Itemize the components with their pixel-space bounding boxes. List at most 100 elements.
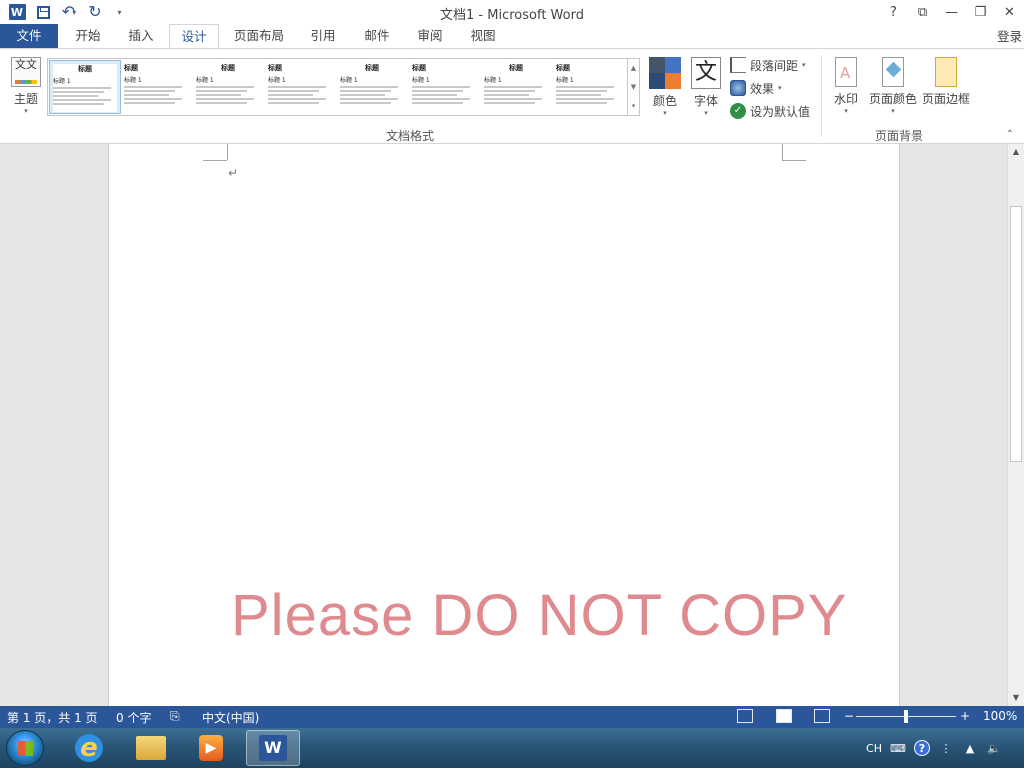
- fonts-label: 字体: [693, 94, 718, 108]
- zoom-in-button[interactable]: +: [960, 709, 970, 723]
- style-set-thumbnail[interactable]: 标题 标题 1: [265, 60, 337, 114]
- ribbon-tabs: 文件 开始 插入 设计 页面布局 引用 邮件 审阅 视图 登录: [0, 24, 1024, 50]
- ribbon-display-options-button[interactable]: ⧉: [908, 0, 937, 24]
- tab-page-layout[interactable]: 页面布局: [226, 24, 292, 49]
- effects-label: 效果: [750, 81, 775, 96]
- chevron-down-icon: ▾: [72, 7, 77, 17]
- proofing-icon[interactable]: ⎘: [170, 709, 180, 724]
- tab-view[interactable]: 视图: [459, 24, 507, 49]
- undo-button[interactable]: ↶ ▾: [58, 2, 80, 22]
- taskbar-ie[interactable]: e: [62, 730, 116, 766]
- save-icon[interactable]: [32, 2, 54, 22]
- vertical-scrollbar[interactable]: ▲ ▼: [1007, 144, 1024, 706]
- volume-icon[interactable]: 🔈: [986, 740, 1002, 756]
- tab-design[interactable]: 设计: [169, 24, 219, 50]
- themes-label: 主题: [13, 92, 38, 106]
- effects-button[interactable]: 效果 ▾: [730, 78, 782, 98]
- gallery-up-icon[interactable]: ▲: [628, 59, 639, 78]
- print-layout-icon[interactable]: [776, 709, 792, 723]
- taskbar-media-player[interactable]: ▶: [184, 730, 238, 766]
- page-color-label: 页面颜色: [868, 92, 917, 106]
- redo-button[interactable]: ↻: [84, 2, 106, 22]
- style-thumb-title: 标题: [365, 64, 379, 72]
- help-icon[interactable]: ?: [914, 740, 930, 756]
- margin-corner-mark: [203, 160, 227, 161]
- zoom-out-button[interactable]: −: [844, 709, 854, 723]
- themes-button[interactable]: 文文 主题 ▾: [6, 57, 46, 127]
- style-set-gallery: 标题 标题 1 标题 标题 1 标题 标题 1 标题 标题 1 标题 标题 1 标题 标题 1 标题 标题…: [47, 58, 628, 116]
- taskbar-word[interactable]: W: [246, 730, 300, 766]
- style-set-thumbnail[interactable]: 标题 标题 1: [121, 60, 193, 114]
- tab-references[interactable]: 引用: [299, 24, 347, 49]
- style-thumb-heading: 标题 1: [268, 77, 286, 84]
- chevron-down-icon: ▾: [891, 107, 895, 115]
- watermark-button[interactable]: 水印 ▾: [830, 57, 862, 115]
- sign-in-link[interactable]: 登录: [997, 26, 1022, 45]
- tab-file[interactable]: 文件: [0, 24, 58, 49]
- style-set-thumbnail[interactable]: 标题 标题 1: [409, 60, 481, 114]
- restore-button[interactable]: ❐: [966, 0, 995, 24]
- keyboard-icon[interactable]: ⌨: [890, 740, 906, 756]
- fonts-button[interactable]: 文 字体 ▾: [688, 57, 724, 117]
- chevron-down-icon: ▾: [844, 107, 848, 115]
- margin-corner-mark: [782, 144, 783, 160]
- word-logo: W: [8, 4, 26, 20]
- read-mode-icon[interactable]: [737, 709, 753, 723]
- ribbon-design: 文文 主题 ▾ 标题 标题 1 标题 标题 1 标题 标题 1 标题 标题 1 标题 标题 1 标题…: [0, 48, 1024, 144]
- style-thumb-heading: 标题 1: [556, 77, 574, 84]
- themes-icon: 文文: [11, 57, 41, 87]
- style-set-thumbnail[interactable]: 标题 标题 1: [49, 60, 121, 114]
- web-layout-icon[interactable]: [814, 709, 830, 723]
- tab-insert[interactable]: 插入: [117, 24, 165, 49]
- paragraph-spacing-label: 段落间距: [750, 58, 799, 73]
- minimize-button[interactable]: —: [937, 0, 966, 24]
- tab-mailings[interactable]: 邮件: [353, 24, 401, 49]
- document-area[interactable]: ↵ Please DO NOT COPY: [0, 144, 1007, 706]
- tray-options-icon[interactable]: ⋮: [938, 740, 954, 756]
- window-controls: ? ⧉ — ❐ ✕: [879, 0, 1024, 24]
- page-borders-label: 页面边框: [921, 92, 970, 106]
- taskbar-explorer[interactable]: [124, 730, 178, 766]
- start-button[interactable]: [6, 730, 44, 766]
- word-app-icon[interactable]: W: [6, 2, 28, 22]
- page-color-icon: [882, 57, 904, 87]
- style-set-thumbnail[interactable]: 标题 标题 1: [553, 60, 625, 114]
- windows-taskbar: e ▶ W CH ⌨ ? ⋮ ▲ 🔈: [0, 728, 1024, 768]
- style-thumb-title: 标题: [78, 65, 92, 73]
- gallery-more-icon[interactable]: ▾: [628, 97, 639, 116]
- style-set-thumbnail[interactable]: 标题 标题 1: [337, 60, 409, 114]
- style-set-thumbnail[interactable]: 标题 标题 1: [193, 60, 265, 114]
- tab-home[interactable]: 开始: [64, 24, 112, 49]
- collapse-ribbon-icon[interactable]: ⌃: [1006, 129, 1014, 140]
- ime-indicator[interactable]: CH: [866, 740, 882, 756]
- scroll-down-icon[interactable]: ▼: [1008, 690, 1024, 706]
- help-button[interactable]: ?: [879, 0, 908, 24]
- scrollbar-thumb[interactable]: [1010, 206, 1022, 462]
- page-count[interactable]: 第 1 页，共 1 页: [7, 709, 98, 726]
- close-button[interactable]: ✕: [995, 0, 1024, 24]
- page-color-button[interactable]: 页面颜色 ▾: [867, 57, 919, 115]
- tab-review[interactable]: 审阅: [406, 24, 454, 49]
- style-set-thumbnail[interactable]: 标题 标题 1: [481, 60, 553, 114]
- style-thumb-heading: 标题 1: [340, 77, 358, 84]
- document-page[interactable]: ↵ Please DO NOT COPY: [108, 144, 900, 706]
- style-thumb-title: 标题: [221, 64, 235, 72]
- page-borders-button[interactable]: 页面边框: [921, 57, 971, 107]
- zoom-slider-thumb[interactable]: [904, 710, 908, 723]
- paragraph-mark: ↵: [228, 166, 239, 180]
- word-count[interactable]: 0 个字: [116, 709, 151, 726]
- quick-access-toolbar: W ↶ ▾ ↻ ▾: [6, 2, 132, 22]
- chevron-down-icon: ▾: [663, 109, 667, 117]
- zoom-level[interactable]: 100%: [983, 709, 1017, 723]
- set-as-default-button[interactable]: ✓ 设为默认值: [730, 101, 810, 121]
- show-hidden-icons[interactable]: ▲: [962, 740, 978, 756]
- scroll-up-icon[interactable]: ▲: [1008, 144, 1024, 160]
- colors-button[interactable]: 颜色 ▾: [645, 57, 685, 117]
- customize-qat-button[interactable]: ▾: [110, 2, 132, 22]
- effects-icon: [730, 80, 746, 96]
- gallery-down-icon[interactable]: ▼: [628, 78, 639, 97]
- language-indicator[interactable]: 中文(中国): [202, 709, 259, 726]
- paragraph-spacing-button[interactable]: 段落间距 ▾: [730, 55, 806, 75]
- color-swatch: [665, 73, 681, 89]
- style-thumb-heading: 标题 1: [196, 77, 214, 84]
